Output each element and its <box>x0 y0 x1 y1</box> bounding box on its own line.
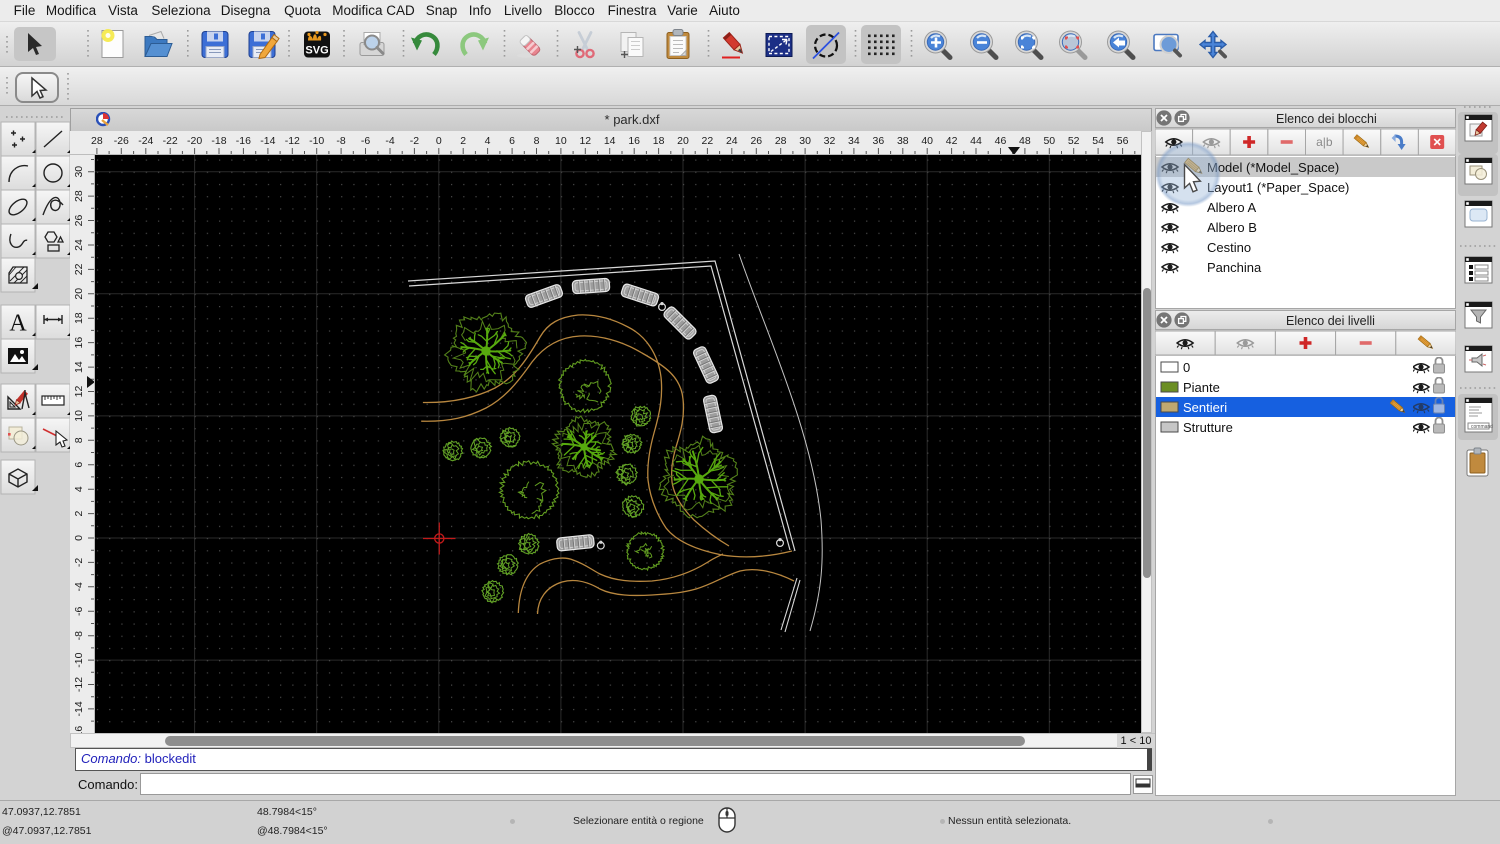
svg-text:42: 42 <box>946 135 958 147</box>
svg-text:34: 34 <box>848 135 860 147</box>
svg-text:14: 14 <box>73 361 85 373</box>
svg-text:40: 40 <box>921 135 933 147</box>
svg-text:2: 2 <box>460 135 466 147</box>
svg-text:46: 46 <box>995 135 1007 147</box>
svg-text:-8: -8 <box>336 135 345 147</box>
svg-text:2: 2 <box>73 511 85 517</box>
svg-text:-14: -14 <box>260 135 275 147</box>
svg-text:44: 44 <box>970 135 982 147</box>
svg-text:56: 56 <box>1117 135 1129 147</box>
svg-text:-26: -26 <box>114 135 129 147</box>
svg-text:-6: -6 <box>73 606 85 615</box>
svg-text:0: 0 <box>436 135 442 147</box>
svg-text:50: 50 <box>1043 135 1055 147</box>
svg-text:6: 6 <box>509 135 515 147</box>
svg-text:0: 0 <box>73 535 85 541</box>
svg-text:-16: -16 <box>73 726 85 733</box>
svg-text:-8: -8 <box>73 631 85 640</box>
svg-text:-12: -12 <box>285 135 300 147</box>
svg-text:-6: -6 <box>361 135 370 147</box>
svg-text:-22: -22 <box>163 135 178 147</box>
svg-text:22: 22 <box>702 135 714 147</box>
svg-text:28: 28 <box>73 190 85 202</box>
svg-text:28: 28 <box>775 135 787 147</box>
svg-text:26: 26 <box>750 135 762 147</box>
svg-text:-2: -2 <box>73 558 85 567</box>
svg-text:-10: -10 <box>309 135 324 147</box>
svg-text:22: 22 <box>73 263 85 275</box>
svg-text:12: 12 <box>579 135 591 147</box>
svg-text:18: 18 <box>653 135 665 147</box>
svg-text:SVG: SVG <box>305 45 328 57</box>
svg-text:4: 4 <box>485 135 491 147</box>
svg-text:54: 54 <box>1092 135 1104 147</box>
svg-text:32: 32 <box>824 135 836 147</box>
svg-text:-20: -20 <box>187 135 202 147</box>
svg-text:-18: -18 <box>211 135 226 147</box>
svg-text:38: 38 <box>897 135 909 147</box>
svg-text:20: 20 <box>73 288 85 300</box>
svg-text:14: 14 <box>604 135 616 147</box>
svg-text:8: 8 <box>534 135 540 147</box>
svg-text:6: 6 <box>73 462 85 468</box>
svg-text:-4: -4 <box>73 582 85 591</box>
svg-text:24: 24 <box>726 135 738 147</box>
svg-text:10: 10 <box>555 135 567 147</box>
svg-text:a|b: a|b <box>1316 135 1333 149</box>
svg-text:30: 30 <box>73 166 85 178</box>
svg-text:-24: -24 <box>138 135 153 147</box>
svg-text:48: 48 <box>1019 135 1031 147</box>
svg-text:-12: -12 <box>73 677 85 692</box>
svg-text:10: 10 <box>73 410 85 422</box>
svg-text:20: 20 <box>677 135 689 147</box>
svg-text:36: 36 <box>873 135 885 147</box>
svg-text:-14: -14 <box>73 701 85 716</box>
svg-text:command: command <box>1471 424 1493 430</box>
svg-text:12: 12 <box>73 386 85 398</box>
svg-text:16: 16 <box>73 337 85 349</box>
svg-text:A: A <box>9 311 27 337</box>
svg-text:-16: -16 <box>236 135 251 147</box>
svg-text:8: 8 <box>73 437 85 443</box>
svg-text:-4: -4 <box>385 135 394 147</box>
svg-text:18: 18 <box>73 312 85 324</box>
svg-text:-2: -2 <box>410 135 419 147</box>
svg-text:26: 26 <box>73 215 85 227</box>
svg-text:16: 16 <box>628 135 640 147</box>
svg-text:4: 4 <box>73 486 85 492</box>
svg-text:-10: -10 <box>73 652 85 667</box>
svg-text:30: 30 <box>799 135 811 147</box>
svg-text:24: 24 <box>73 239 85 251</box>
svg-text:52: 52 <box>1068 135 1080 147</box>
svg-text:28: 28 <box>91 135 103 147</box>
